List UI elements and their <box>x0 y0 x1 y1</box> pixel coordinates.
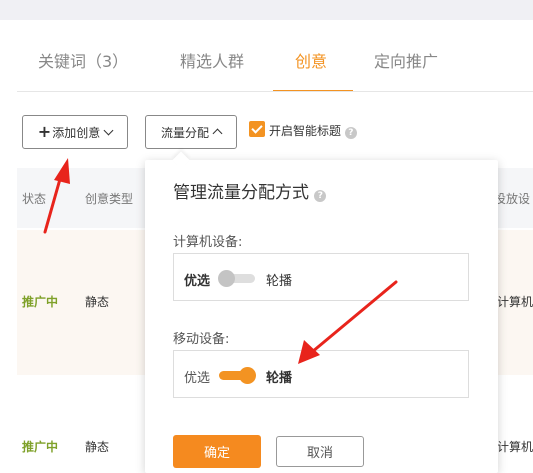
tab-keywords[interactable]: 关键词（3） <box>38 48 128 72</box>
plus-icon: + <box>37 122 52 141</box>
toggle-knob <box>239 367 256 384</box>
question-circle-icon[interactable]: ? <box>344 127 357 139</box>
popover-title: 管理流量分配方式 <box>173 183 309 203</box>
chevron-down-icon <box>103 125 114 135</box>
mobile-rotate-label: 轮播 <box>266 371 293 386</box>
tab-bar: 关键词（3） 精选人群 创意 定向推广 <box>0 20 533 92</box>
row-device: 计算机 <box>497 295 533 309</box>
mobile-device-option-box: 优选 轮播 <box>173 350 469 398</box>
popover-title-wrap: 管理流量分配方式 ? <box>173 178 327 203</box>
row-device: 计算机 <box>497 440 533 454</box>
confirm-button[interactable]: 确定 <box>173 435 261 468</box>
header-status: 状态 <box>22 192 47 206</box>
mobile-preferred-label: 优选 <box>184 371 211 386</box>
smart-title-label: 开启智能标题 <box>269 124 342 138</box>
smart-title-checkbox[interactable] <box>249 121 265 137</box>
mobile-device-label: 移动设备: <box>173 332 230 347</box>
cancel-button[interactable]: 取消 <box>276 436 364 467</box>
header-delivery-device: 投放设 <box>494 192 531 206</box>
chevron-up-icon <box>212 128 223 139</box>
row-status: 推广中 <box>22 440 59 454</box>
header-creative-type: 创意类型 <box>85 192 134 206</box>
toggle-knob <box>218 270 235 287</box>
computer-device-option-box: 优选 轮播 <box>173 253 469 301</box>
check-icon <box>251 122 263 134</box>
computer-preferred-label: 优选 <box>184 274 211 289</box>
traffic-allocation-label: 流量分配 <box>160 125 209 140</box>
smart-title-label-wrap: 开启智能标题 ? <box>269 122 357 139</box>
add-creative-label: 添加创意 <box>52 125 101 140</box>
tab-creative[interactable]: 创意 <box>295 48 327 72</box>
popover-caret <box>172 151 190 169</box>
tab-targeted-promotion[interactable]: 定向推广 <box>374 48 438 72</box>
computer-rotate-label: 轮播 <box>266 274 293 289</box>
computer-rotate-toggle[interactable] <box>218 270 255 287</box>
row-status: 推广中 <box>22 295 59 309</box>
add-creative-button[interactable]: + 添加创意 <box>22 115 128 149</box>
tab-divider <box>17 91 533 92</box>
tab-selected-audience[interactable]: 精选人群 <box>180 48 244 72</box>
traffic-allocation-popover: 管理流量分配方式 ? 计算机设备: 优选 轮播 移动设备: 优选 轮播 确定 取… <box>145 151 498 473</box>
computer-device-label: 计算机设备: <box>173 235 243 250</box>
row-creative-type: 静态 <box>85 440 110 454</box>
question-circle-icon[interactable]: ? <box>314 190 327 202</box>
traffic-allocation-button[interactable]: 流量分配 <box>145 115 237 149</box>
row-creative-type: 静态 <box>85 295 110 309</box>
mobile-rotate-toggle[interactable] <box>219 367 256 384</box>
top-bar <box>0 0 533 20</box>
